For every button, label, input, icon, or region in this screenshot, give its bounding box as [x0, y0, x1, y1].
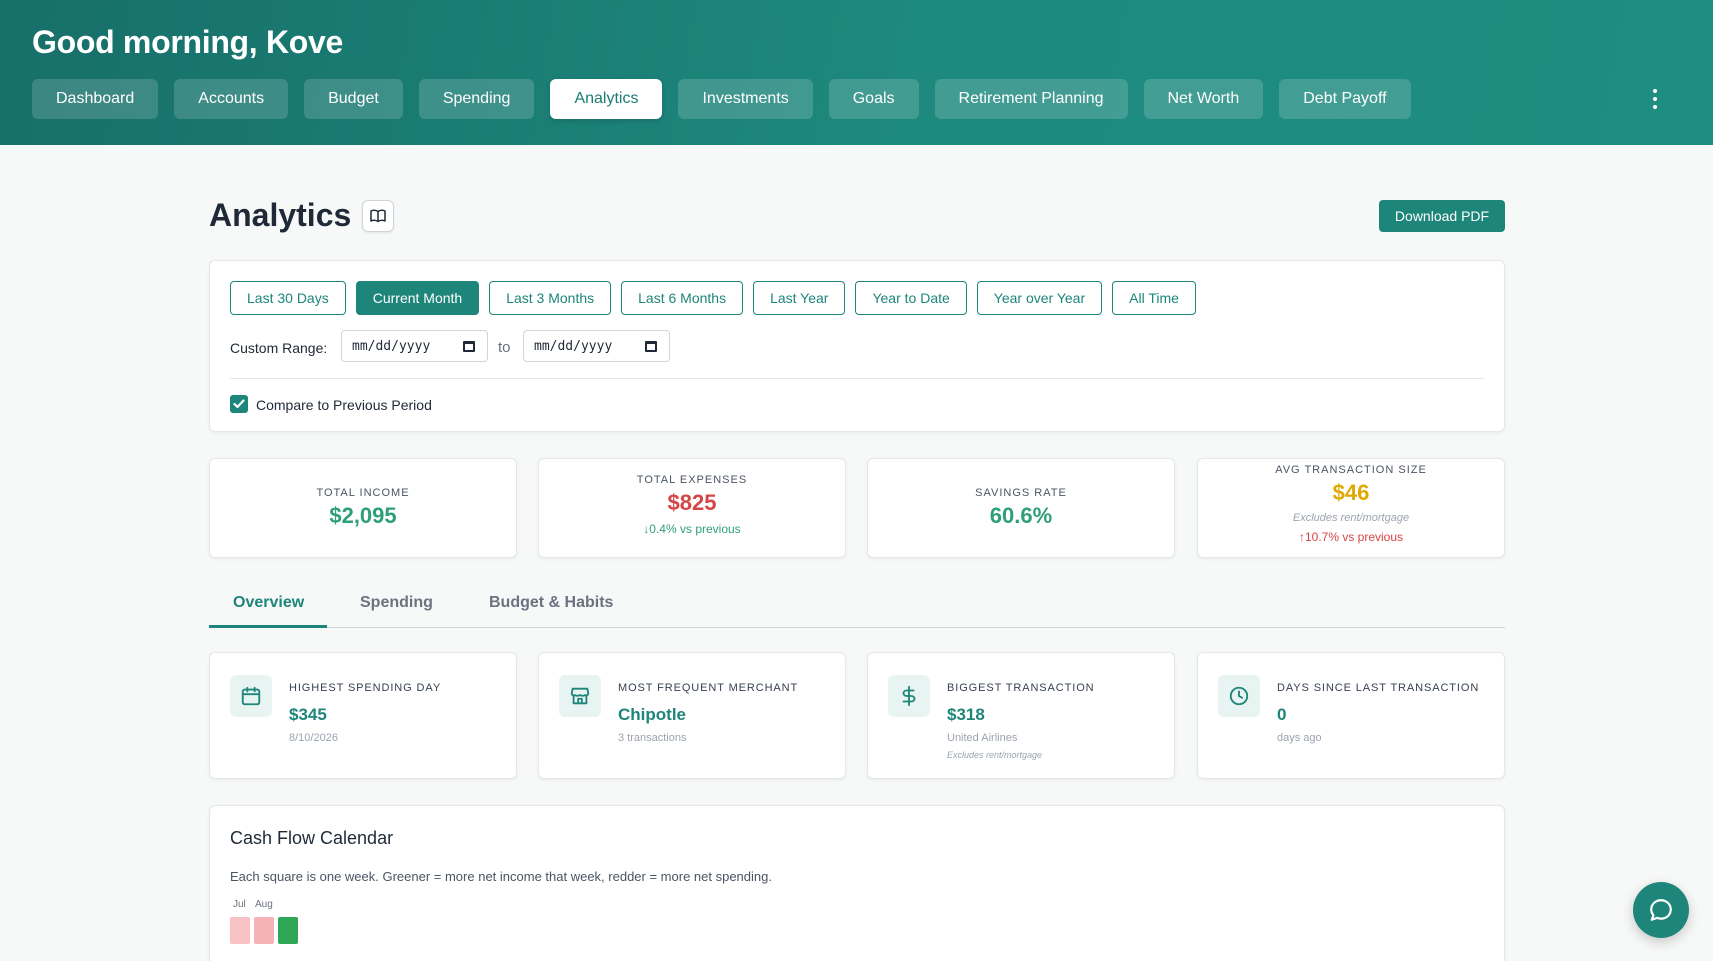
tab-spending[interactable]: Spending	[360, 594, 433, 612]
range-all-time[interactable]: All Time	[1112, 281, 1196, 315]
range-last-year[interactable]: Last Year	[753, 281, 846, 315]
start-date-input[interactable]: mm/dd/yyyy	[341, 330, 488, 362]
to-label: to	[498, 339, 511, 356]
stat-value: 60.6%	[989, 503, 1053, 528]
range-last-3-months[interactable]: Last 3 Months	[489, 281, 612, 315]
tab-budget-habits[interactable]: Budget & Habits	[489, 594, 613, 612]
stat-delta: ↑10.7% vs previous	[1298, 530, 1404, 544]
insight-biggest-transaction: BIGGEST TRANSACTION $318 United Airlines…	[867, 652, 1175, 779]
guide-button[interactable]	[362, 200, 394, 232]
insight-sub: days ago	[1277, 732, 1322, 744]
stat-avg-transaction: AVG TRANSACTION SIZE $46 Excludes rent/m…	[1197, 458, 1505, 558]
start-date-placeholder: mm/dd/yyyy	[352, 338, 431, 354]
book-open-icon	[370, 209, 386, 223]
main-nav: Dashboard Accounts Budget Spending Analy…	[32, 79, 1411, 119]
store-icon	[559, 675, 601, 717]
calendar-description: Each square is one week. Greener = more …	[230, 869, 772, 884]
app-header: Good morning, Kove Dashboard Accounts Bu…	[0, 0, 1713, 145]
range-last-6-months[interactable]: Last 6 Months	[621, 281, 744, 315]
page-title: Analytics	[209, 197, 352, 233]
insight-label: MOST FREQUENT MERCHANT	[618, 682, 799, 694]
end-date-input[interactable]: mm/dd/yyyy	[523, 330, 670, 362]
insight-days-since-last-transaction: DAYS SINCE LAST TRANSACTION 0 days ago	[1197, 652, 1505, 779]
filters-divider	[230, 378, 1484, 379]
insight-sub: 8/10/2026	[289, 732, 338, 744]
stat-value: $825	[667, 490, 717, 515]
stat-label: SAVINGS RATE	[975, 487, 1067, 499]
stat-total-income: TOTAL INCOME $2,095	[209, 458, 517, 558]
insight-highest-spending-day: HIGHEST SPENDING DAY $345 8/10/2026	[209, 652, 517, 779]
range-year-to-date[interactable]: Year to Date	[855, 281, 967, 315]
nav-tab-retirement-planning[interactable]: Retirement Planning	[934, 79, 1128, 119]
calendar-icon	[230, 675, 272, 717]
nav-tab-analytics[interactable]: Analytics	[550, 79, 663, 119]
nav-tab-dashboard[interactable]: Dashboard	[32, 79, 159, 119]
stat-total-expenses: TOTAL EXPENSES $825 ↓0.4% vs previous	[538, 458, 846, 558]
nav-tab-net-worth[interactable]: Net Worth	[1143, 79, 1264, 119]
insight-label: DAYS SINCE LAST TRANSACTION	[1277, 682, 1480, 694]
calendar-title: Cash Flow Calendar	[230, 828, 394, 848]
month-label-aug: Aug	[255, 899, 273, 910]
stat-value: $2,095	[329, 503, 397, 528]
filters-card: Last 30 Days Current Month Last 3 Months…	[209, 260, 1505, 432]
nav-tab-goals[interactable]: Goals	[828, 79, 919, 119]
calendar-picker-icon[interactable]	[463, 341, 475, 352]
chat-button[interactable]	[1633, 882, 1689, 938]
insight-most-frequent-merchant: MOST FREQUENT MERCHANT Chipotle 3 transa…	[538, 652, 846, 779]
date-range-buttons: Last 30 Days Current Month Last 3 Months…	[230, 281, 1196, 315]
stat-note: Excludes rent/mortgage	[1292, 512, 1410, 524]
cash-flow-calendar: Cash Flow Calendar Each square is one we…	[209, 805, 1505, 961]
week-square[interactable]	[254, 917, 274, 944]
tab-overview[interactable]: Overview	[233, 594, 304, 612]
nav-tab-investments[interactable]: Investments	[678, 79, 813, 119]
compare-label: Compare to Previous Period	[256, 397, 432, 413]
stat-savings-rate: SAVINGS RATE 60.6%	[867, 458, 1175, 558]
clock-icon	[1218, 675, 1260, 717]
range-year-over-year[interactable]: Year over Year	[976, 281, 1103, 315]
nav-tab-budget[interactable]: Budget	[304, 79, 403, 119]
calendar-picker-icon[interactable]	[645, 341, 657, 352]
insight-value: $318	[947, 705, 985, 724]
insight-value: 0	[1277, 705, 1287, 724]
week-square[interactable]	[278, 917, 298, 944]
stat-value: $46	[1332, 480, 1370, 505]
dollar-icon	[888, 675, 930, 717]
stat-delta: ↓0.4% vs previous	[643, 522, 741, 536]
compare-checkbox[interactable]	[230, 395, 248, 413]
insight-value: $345	[289, 705, 327, 724]
month-label-jul: Jul	[233, 899, 246, 910]
end-date-placeholder: mm/dd/yyyy	[534, 338, 613, 354]
nav-tab-accounts[interactable]: Accounts	[174, 79, 289, 119]
check-icon	[233, 399, 245, 409]
insight-label: BIGGEST TRANSACTION	[947, 682, 1095, 694]
nav-tab-spending[interactable]: Spending	[418, 79, 535, 119]
insight-value: Chipotle	[618, 705, 686, 724]
chat-bubble-icon	[1650, 899, 1672, 921]
stat-label: AVG TRANSACTION SIZE	[1275, 464, 1427, 476]
stat-label: TOTAL INCOME	[316, 487, 410, 499]
stat-label: TOTAL EXPENSES	[636, 474, 748, 486]
analytics-tabs: Overview Spending Budget & Habits	[209, 582, 1505, 628]
download-pdf-button[interactable]: Download PDF	[1379, 200, 1505, 232]
active-tab-indicator	[209, 625, 327, 628]
week-square[interactable]	[230, 917, 250, 944]
nav-tab-debt-payoff[interactable]: Debt Payoff	[1279, 79, 1411, 119]
insight-sub: United Airlines	[947, 732, 1018, 744]
kebab-menu-icon[interactable]	[1644, 87, 1666, 111]
greeting-title: Good morning, Kove	[32, 24, 344, 60]
range-last-30-days[interactable]: Last 30 Days	[230, 281, 346, 315]
insight-label: HIGHEST SPENDING DAY	[289, 682, 442, 694]
range-current-month[interactable]: Current Month	[355, 281, 480, 315]
custom-range-label: Custom Range:	[230, 340, 328, 356]
insight-note: Excludes rent/mortgage	[947, 750, 1043, 760]
insight-sub: 3 transactions	[618, 732, 687, 744]
